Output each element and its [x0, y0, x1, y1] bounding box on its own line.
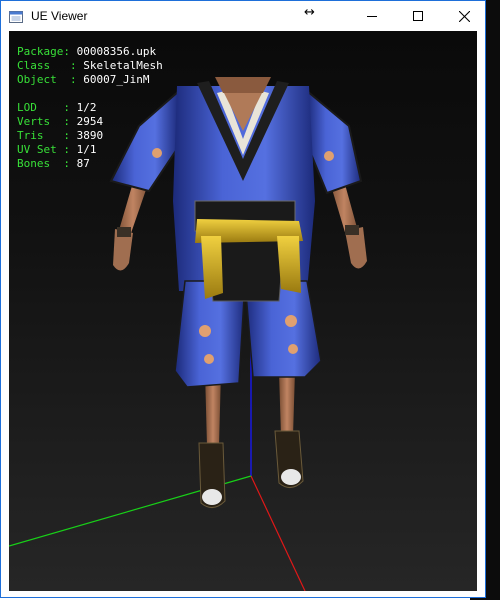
sleeve-left: [109, 88, 181, 193]
window-title: UE Viewer: [31, 9, 88, 23]
class-label: Class: [17, 59, 51, 72]
maximize-icon: [413, 11, 423, 21]
uvset-row: UV Set : 1/1: [17, 143, 97, 156]
close-icon: [458, 10, 470, 22]
3d-viewport[interactable]: Package: 00008356.upk Class : SkeletalMe…: [9, 31, 477, 591]
bones-value: 87: [76, 157, 90, 170]
minimize-button[interactable]: [349, 1, 395, 31]
maximize-button[interactable]: [395, 1, 441, 31]
close-button[interactable]: [441, 1, 485, 31]
ue-viewer-window: UE Viewer ↔ Package: 00008356.upk Class …: [0, 0, 486, 598]
bones-label: Bones: [17, 157, 51, 170]
verts-label: Verts: [17, 115, 51, 128]
app-icon: [9, 9, 23, 23]
uvset-value: 1/1: [76, 143, 97, 156]
uvset-label: UV Set: [17, 143, 57, 156]
leg-right: [279, 371, 295, 436]
verts-row: Verts : 2954: [17, 115, 104, 128]
sleeve-right: [305, 88, 363, 195]
object-label: Object: [17, 73, 57, 86]
package-row: Package: 00008356.upk: [17, 45, 157, 58]
class-row: Class : SkeletalMesh: [17, 59, 163, 72]
object-row: Object : 60007_JinM: [17, 73, 150, 86]
package-value: 00008356.upk: [76, 45, 157, 58]
axis-x: [250, 475, 306, 591]
class-value: SkeletalMesh: [83, 59, 163, 72]
object-value: 60007_JinM: [83, 73, 150, 86]
lod-value: 1/2: [76, 101, 97, 114]
lod-label: LOD: [17, 101, 37, 114]
lod-row: LOD : 1/2: [17, 101, 97, 114]
tris-row: Tris : 3890: [17, 129, 104, 142]
minimize-icon: [367, 16, 377, 17]
bones-row: Bones : 87: [17, 157, 90, 170]
package-label: Package: [17, 45, 64, 58]
tris-label: Tris: [17, 129, 44, 142]
verts-value: 2954: [76, 115, 104, 128]
title-bar[interactable]: UE Viewer ↔: [1, 1, 485, 31]
tris-value: 3890: [76, 129, 104, 142]
move-cursor-icon: ↔: [304, 5, 315, 20]
